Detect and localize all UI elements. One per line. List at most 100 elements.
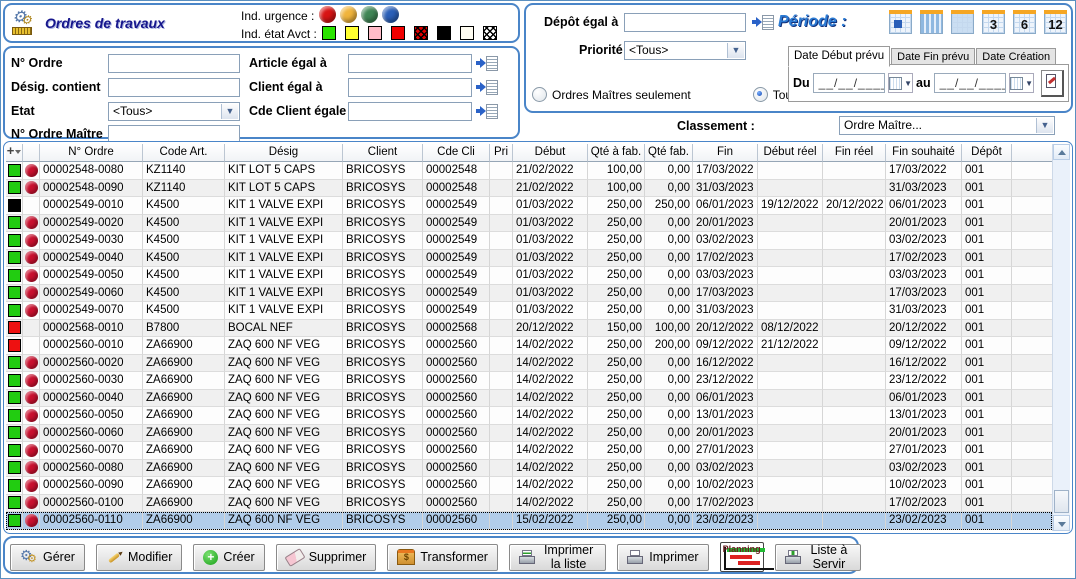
table-row[interactable]: 00002549-0020K4500KIT 1 VALVE EXPIBRICOS… xyxy=(6,215,1052,233)
date-to-input[interactable]: __/__/____ xyxy=(934,73,1006,93)
etat-select[interactable]: <Tous> ▼ xyxy=(108,102,240,121)
week-calendar-icon[interactable] xyxy=(920,11,943,34)
column-header-ordre[interactable]: N° Ordre xyxy=(40,144,143,162)
period-12-months-icon[interactable]: 12 xyxy=(1044,11,1067,34)
column-header-depot[interactable]: Dépôt xyxy=(962,144,1012,162)
depot-lookup-icon[interactable] xyxy=(752,15,774,29)
imprimer-button[interactable]: Imprimer xyxy=(617,544,708,571)
cell-cde-cli: 00002548 xyxy=(423,180,490,198)
urgence-indicator-cell xyxy=(23,425,40,443)
avct-indicator xyxy=(8,251,21,264)
table-row[interactable]: 00002548-0080KZ1140KIT LOT 5 CAPSBRICOSY… xyxy=(6,162,1052,180)
tab-date-d-but-pr-vu[interactable]: Date Début prévu xyxy=(788,46,890,67)
column-header-debut[interactable]: Début xyxy=(513,144,588,162)
column-header-client[interactable]: Client xyxy=(343,144,423,162)
scope-option-ordres-ma-tres-seulement[interactable]: Ordres Maîtres seulement xyxy=(532,87,691,102)
cde-client-lookup-icon[interactable] xyxy=(476,104,498,118)
column-header-debut-reel[interactable]: Début réel xyxy=(758,144,823,162)
client-input[interactable] xyxy=(348,78,472,97)
cell-debut-reel xyxy=(758,477,823,495)
cell-client: BRICOSYS xyxy=(343,302,423,320)
table-row[interactable]: 00002560-0020ZA66900ZAQ 600 NF VEGBRICOS… xyxy=(6,355,1052,373)
scrollbar-thumb[interactable] xyxy=(1054,490,1069,513)
table-row[interactable]: 00002560-0040ZA66900ZAQ 600 NF VEGBRICOS… xyxy=(6,390,1052,408)
period-3-months-icon[interactable]: 3 xyxy=(982,11,1005,34)
cell-debut-reel: 08/12/2022 xyxy=(758,320,823,338)
cell-debut: 20/12/2022 xyxy=(513,320,588,338)
table-row[interactable]: 00002549-0040K4500KIT 1 VALVE EXPIBRICOS… xyxy=(6,250,1052,268)
table-row[interactable]: 00002560-0060ZA66900ZAQ 600 NF VEGBRICOS… xyxy=(6,425,1052,443)
cell-desig: KIT 1 VALVE EXPI xyxy=(225,232,343,250)
date-from-calendar-button[interactable]: ▼ xyxy=(888,73,913,93)
etat-label: Etat xyxy=(11,104,35,118)
column-header-qte-a-fab[interactable]: Qté à fab. xyxy=(588,144,645,162)
cell-depot: 001 xyxy=(962,215,1012,233)
cell-debut: 14/02/2022 xyxy=(513,477,588,495)
cell-debut: 21/02/2022 xyxy=(513,180,588,198)
supprimer-button[interactable]: Supprimer xyxy=(276,544,377,571)
cell-pri xyxy=(490,442,513,460)
depot-input[interactable] xyxy=(624,13,746,32)
table-row[interactable]: 00002560-0070ZA66900ZAQ 600 NF VEGBRICOS… xyxy=(6,442,1052,460)
cde-client-input[interactable] xyxy=(348,102,472,121)
table-row[interactable]: 00002560-0110ZA66900ZAQ 600 NF VEGBRICOS… xyxy=(6,512,1052,530)
table-row[interactable]: 00002549-0030K4500KIT 1 VALVE EXPIBRICOS… xyxy=(6,232,1052,250)
column-header-cde-cli[interactable]: Cde Cli xyxy=(423,144,490,162)
cr-er-button[interactable]: Créer xyxy=(193,544,264,571)
cell-fin-reel xyxy=(823,162,886,180)
cell-fin: 17/03/2022 xyxy=(693,162,758,180)
column-header-desig[interactable]: Désig xyxy=(225,144,343,162)
desig-contient-input[interactable] xyxy=(108,78,240,97)
article-lookup-icon[interactable] xyxy=(476,56,498,70)
column-chooser-button[interactable]: + xyxy=(6,144,23,162)
table-row[interactable]: 00002560-0010ZA66900ZAQ 600 NF VEGBRICOS… xyxy=(6,337,1052,355)
g-rer-button[interactable]: Gérer xyxy=(10,544,85,571)
period-6-months-icon[interactable]: 6 xyxy=(1013,11,1036,34)
table-row[interactable]: 00002560-0050ZA66900ZAQ 600 NF VEGBRICOS… xyxy=(6,407,1052,425)
date-to-calendar-button[interactable]: ▼ xyxy=(1009,73,1034,93)
client-lookup-icon[interactable] xyxy=(476,80,498,94)
article-label: Article égal à xyxy=(249,56,327,70)
imprimer-la-liste-button[interactable]: Imprimer la liste xyxy=(509,544,606,571)
liste-servir-button[interactable]: Liste à Servir xyxy=(775,544,862,571)
scroll-up-button[interactable] xyxy=(1053,144,1070,160)
table-row[interactable]: 00002549-0070K4500KIT 1 VALVE EXPIBRICOS… xyxy=(6,302,1052,320)
table-row[interactable]: 00002568-0010B7800BOCAL NEFBRICOSYS00002… xyxy=(6,320,1052,338)
table-row[interactable]: 00002549-0060K4500KIT 1 VALVE EXPIBRICOS… xyxy=(6,285,1052,303)
priorite-select[interactable]: <Tous> ▼ xyxy=(624,41,746,60)
scroll-down-button[interactable] xyxy=(1053,515,1070,531)
column-header-pri[interactable]: Pri xyxy=(490,144,513,162)
cell-pri xyxy=(490,512,513,530)
column-header-qte-fab[interactable]: Qté fab. xyxy=(645,144,693,162)
date-from-input[interactable]: __/__/____ xyxy=(813,73,885,93)
column-header-fin-souhaite[interactable]: Fin souhaité xyxy=(886,144,962,162)
month-calendar-icon[interactable] xyxy=(951,11,974,34)
no-ordre-input[interactable] xyxy=(108,54,240,73)
urgence-indicator xyxy=(25,409,38,422)
print-list-icon xyxy=(519,550,536,564)
day-calendar-icon[interactable] xyxy=(889,11,912,34)
modifier-button[interactable]: Modifier xyxy=(96,544,182,571)
clear-dates-button[interactable] xyxy=(1041,70,1064,97)
table-row[interactable]: 00002549-0050K4500KIT 1 VALVE EXPIBRICOS… xyxy=(6,267,1052,285)
planning-button[interactable]: Planning xyxy=(720,542,764,572)
table-row[interactable]: 00002560-0100ZA66900ZAQ 600 NF VEGBRICOS… xyxy=(6,495,1052,513)
classement-select[interactable]: Ordre Maître... ▼ xyxy=(839,116,1055,135)
cell-filler xyxy=(1012,512,1052,530)
column-header-fin[interactable]: Fin xyxy=(693,144,758,162)
article-input[interactable] xyxy=(348,54,472,73)
table-row[interactable]: 00002560-0090ZA66900ZAQ 600 NF VEGBRICOS… xyxy=(6,477,1052,495)
cell-debut: 01/03/2022 xyxy=(513,285,588,303)
column-header-fin-reel[interactable]: Fin réel xyxy=(823,144,886,162)
table-row[interactable]: 00002560-0080ZA66900ZAQ 600 NF VEGBRICOS… xyxy=(6,460,1052,478)
cell-desig: ZAQ 600 NF VEG xyxy=(225,372,343,390)
table-row[interactable]: 00002548-0090KZ1140KIT LOT 5 CAPSBRICOSY… xyxy=(6,180,1052,198)
cell-desig: ZAQ 600 NF VEG xyxy=(225,337,343,355)
cell-fin-souhaite: 17/03/2022 xyxy=(886,162,962,180)
column-header-code-art[interactable]: Code Art. xyxy=(143,144,225,162)
transformer-button[interactable]: Transformer xyxy=(387,544,498,571)
table-row[interactable]: 00002549-0010K4500KIT 1 VALVE EXPIBRICOS… xyxy=(6,197,1052,215)
cell-fin: 06/01/2023 xyxy=(693,390,758,408)
table-row[interactable]: 00002560-0030ZA66900ZAQ 600 NF VEGBRICOS… xyxy=(6,372,1052,390)
vertical-scrollbar[interactable] xyxy=(1052,144,1070,531)
